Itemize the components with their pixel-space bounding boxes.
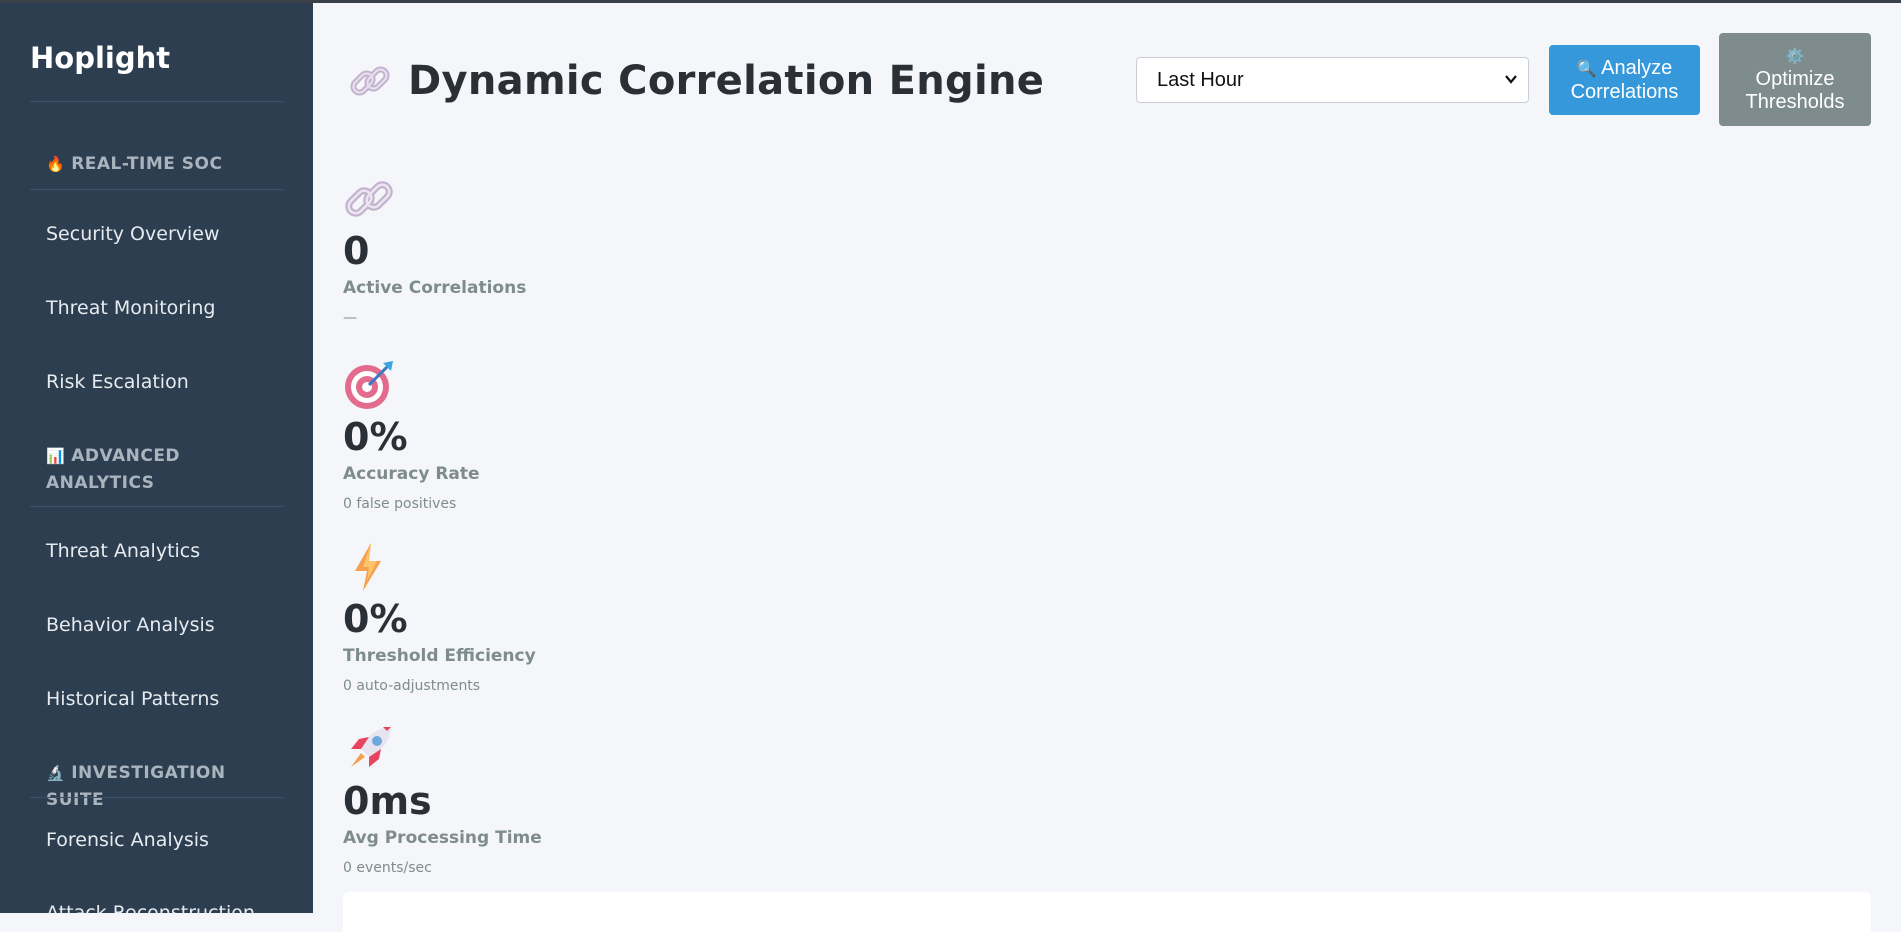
section-header-investigation-suite: 🔬 INVESTIGATION SUITE xyxy=(46,760,276,814)
target-icon xyxy=(345,361,393,409)
sidebar-item-historical-patterns[interactable]: Historical Patterns xyxy=(46,679,283,719)
sidebar-item-forensic-analysis[interactable]: Forensic Analysis xyxy=(46,820,283,860)
stat-value: 0% xyxy=(343,597,408,641)
stat-threshold-efficiency: 0% Threshold Efficiency 0 auto-adjustmen… xyxy=(343,541,743,695)
time-range-selected-value: Last Hour xyxy=(1157,69,1244,91)
divider xyxy=(30,101,283,102)
section-header-advanced-analytics: 📊 ADVANCED ANALYTICS xyxy=(46,443,206,497)
bar-chart-icon: 📊 xyxy=(46,447,66,465)
stat-value: 0% xyxy=(343,415,408,459)
fire-icon: 🔥 xyxy=(46,155,66,173)
optimize-thresholds-button[interactable]: ⚙️ Optimize Thresholds xyxy=(1719,33,1871,126)
section-header-real-time-soc: 🔥 REAL-TIME SOC xyxy=(46,151,276,178)
divider xyxy=(30,189,283,190)
microscope-icon: 🔬 xyxy=(46,764,66,782)
stat-label: Avg Processing Time xyxy=(343,828,542,848)
section-title: ADVANCED ANALYTICS xyxy=(46,446,181,493)
stat-label: Accuracy Rate xyxy=(343,464,480,484)
link-icon xyxy=(345,181,393,217)
page-header: Dynamic Correlation Engine xyxy=(348,58,1044,104)
stat-subtext: 0 auto-adjustments xyxy=(343,678,481,694)
sidebar-item-threat-monitoring[interactable]: Threat Monitoring xyxy=(46,288,283,328)
content-panel xyxy=(343,892,1871,932)
divider xyxy=(30,797,283,798)
lightning-icon xyxy=(355,543,381,591)
stat-avg-processing-time: 0ms Avg Processing Time 0 events/sec xyxy=(343,723,743,877)
optimize-button-line1: Optimize xyxy=(1755,68,1835,90)
sidebar-item-risk-escalation[interactable]: Risk Escalation xyxy=(46,362,283,402)
analyze-button-line2: Correlations xyxy=(1570,80,1679,103)
optimize-button-line2: Thresholds xyxy=(1745,91,1845,113)
sidebar-item-threat-analytics[interactable]: Threat Analytics xyxy=(46,531,283,571)
rocket-icon xyxy=(351,727,391,767)
section-title: INVESTIGATION SUITE xyxy=(46,763,226,810)
stat-label: Active Correlations xyxy=(343,278,527,298)
main-content: Dynamic Correlation Engine Last Hour 🔍 A… xyxy=(313,3,1901,932)
analyze-button-line1: 🔍 Analyze xyxy=(1549,57,1700,81)
stat-value: 0 xyxy=(343,229,370,273)
sidebar: Hoplight 🔥 REAL-TIME SOC Security Overvie… xyxy=(0,3,313,913)
stat-value: 0ms xyxy=(343,779,432,823)
gear-icon: ⚙️ xyxy=(1785,48,1805,65)
link-icon xyxy=(350,66,390,96)
stat-subtext: 0 events/sec xyxy=(343,860,432,876)
time-range-select[interactable]: Last Hour xyxy=(1136,57,1529,103)
section-title: REAL-TIME SOC xyxy=(71,154,223,174)
sidebar-item-security-overview[interactable]: Security Overview xyxy=(46,214,283,254)
analyze-correlations-button[interactable]: 🔍 Analyze Correlations xyxy=(1549,45,1700,115)
stat-label: Threshold Efficiency xyxy=(343,646,536,666)
page-title: Dynamic Correlation Engine xyxy=(408,58,1045,104)
divider xyxy=(30,506,283,507)
sidebar-item-behavior-analysis[interactable]: Behavior Analysis xyxy=(46,605,283,645)
stat-subtext: — xyxy=(343,310,357,326)
stat-accuracy-rate: 0% Accuracy Rate 0 false positives xyxy=(343,359,743,513)
chevron-down-icon xyxy=(1505,75,1517,84)
stat-active-correlations: 0 Active Correlations — xyxy=(343,173,743,327)
magnifier-icon: 🔍 xyxy=(1576,60,1597,78)
analyze-label: Analyze xyxy=(1601,56,1673,79)
stat-subtext: 0 false positives xyxy=(343,496,457,512)
brand-logo[interactable]: Hoplight xyxy=(30,41,170,75)
sidebar-item-attack-reconstruction[interactable]: Attack Reconstruction xyxy=(46,893,283,913)
